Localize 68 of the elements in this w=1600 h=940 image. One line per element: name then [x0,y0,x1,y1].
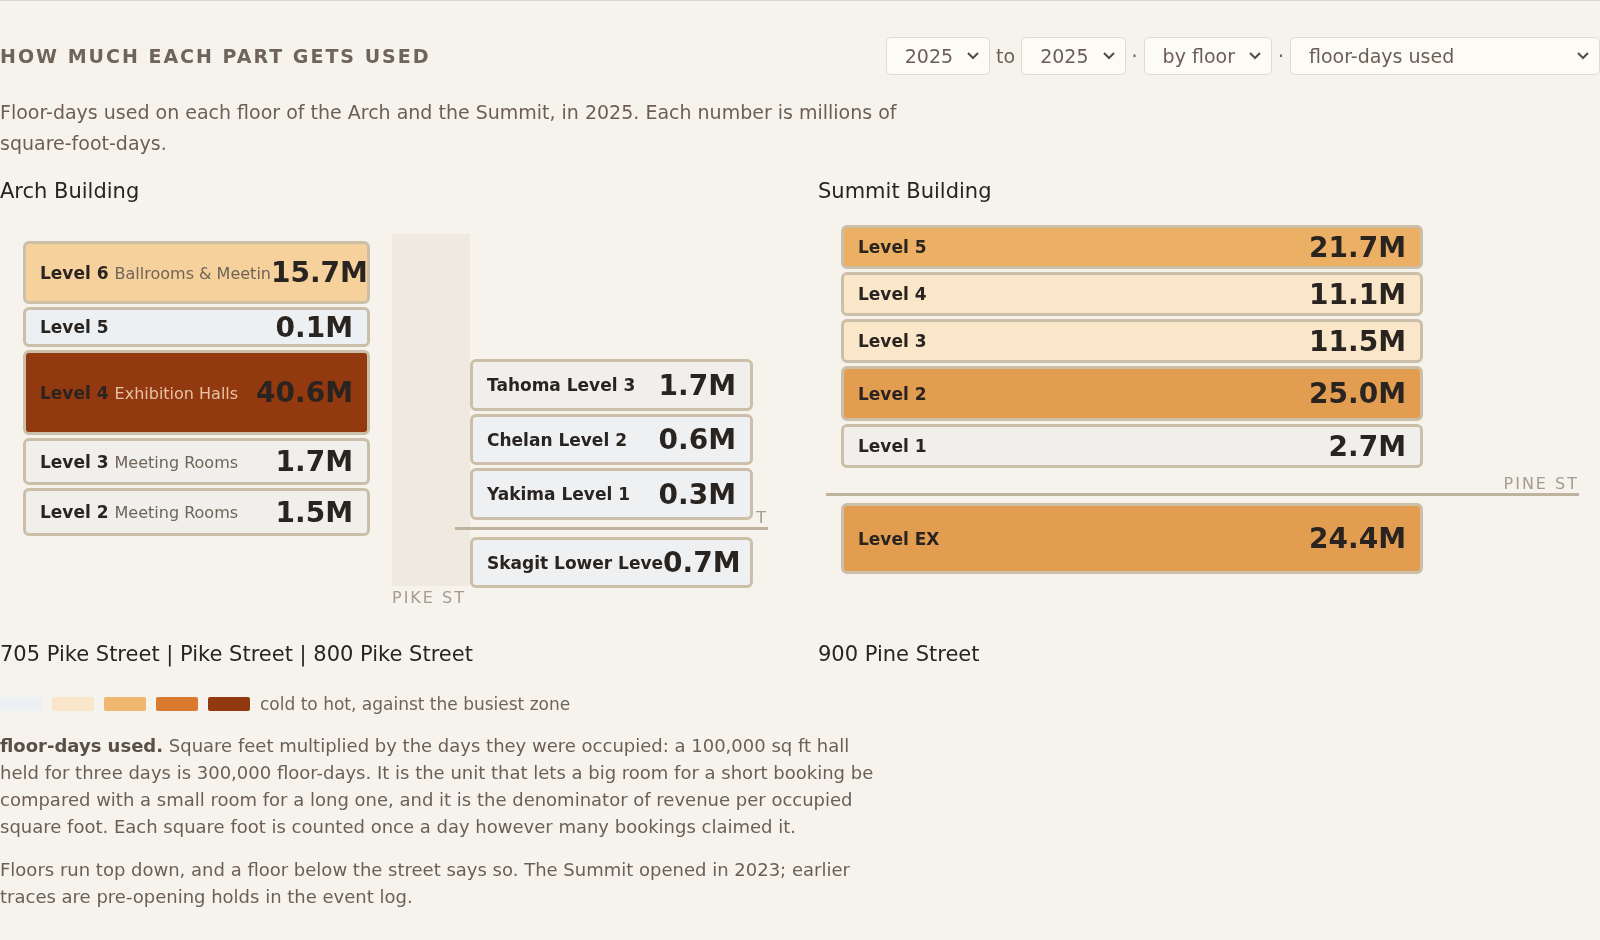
chevron-icon [1102,52,1115,60]
floor-label: Level 5 [40,317,109,337]
floor-value: 40.6M [256,376,353,409]
floor-value: 0.6M [658,423,736,456]
floor-zone[interactable]: Level 3 11.5M [841,319,1423,363]
legend-text: cold to hot, against the busiest zone [260,694,571,714]
floor-value: 2.7M [1328,429,1406,463]
floor-label: Tahoma Level 3 [487,375,636,395]
floor-zone[interactable]: Level EX 24.4M [841,503,1423,574]
floor-value: 1.5M [275,495,353,529]
floor-label: Level 4 [858,284,927,304]
control-separator: · [1277,45,1284,67]
floor-zone[interactable]: Chelan Level 2 0.6M [470,414,753,465]
street-label: T [756,509,768,527]
floor-label: Yakima Level 1 [487,484,630,504]
floor-zone[interactable]: Level 5 21.7M [841,225,1423,269]
chevron-icon [1248,52,1261,60]
floor-zone[interactable]: Level 2 25.0M [841,366,1423,421]
floor-label: Level 1 [858,436,927,456]
floor-zone[interactable]: Yakima Level 1 0.3M [470,468,753,520]
floor-zone[interactable]: Level 6 Ballrooms & Meetin 15.7M [23,241,370,304]
dropdown[interactable]: 2025 [885,37,991,75]
floor-zone[interactable]: Tahoma Level 3 1.7M [470,359,753,411]
floor-zone[interactable]: Level 4 Exhibition Halls 40.6M [23,350,370,435]
floor-zone[interactable]: Level 1 2.7M [841,424,1423,468]
floor-zone[interactable]: Level 5 0.1M [23,307,370,347]
floor-label: Level 6 Ballrooms & Meetin [40,262,271,283]
floor-label: Level 4 Exhibition Halls [40,382,239,403]
floor-label: Level EX [858,528,940,549]
floor-label: Skagit Lower Leve [487,552,664,573]
floor-value: 0.7M [663,546,741,579]
floor-value: 11.5M [1309,324,1406,358]
chevron-icon [1577,52,1589,60]
street-label: PIKE ST [392,588,466,607]
floor-label: Level 5 [858,237,927,257]
dropdown[interactable]: floor-days used [1290,37,1600,75]
page-title: HOW MUCH EACH PART GETS USED [0,45,431,67]
dropdown[interactable]: 2025 [1021,37,1126,75]
description: Floor-days used on each floor of the Arch and the Summit, in 2025. Each number is millions of square-foot-days. [0,100,898,156]
control-separator: to [996,45,1016,67]
floor-value: 1.7M [658,368,736,402]
floor-label: Chelan Level 2 [487,429,627,450]
floor-value: 15.7M [270,256,368,289]
chevron-icon [967,52,980,60]
floor-label: Level 3 [858,331,927,351]
floor-value: 11.1M [1309,277,1406,311]
note-paragraph: Floors run top down, and a floor below the street says so. The Summit opened in 2023; earlier traces are pre-opening holds in the event log. [0,858,851,909]
floor-label: Level 3 Meeting Rooms [40,451,239,472]
floor-value: 1.7M [275,445,353,478]
floor-label: Level 2 [858,383,927,404]
building-name: Arch Building [0,179,141,205]
floor-label: Level 2 Meeting Rooms [40,502,239,522]
floor-value: 0.3M [658,477,736,511]
control-separator: · [1131,45,1138,67]
floor-value: 25.0M [1309,377,1406,410]
floor-value: 21.7M [1309,230,1406,264]
floor-zone[interactable]: Level 2 Meeting Rooms 1.5M [23,488,370,536]
dropdown[interactable]: by floor [1143,37,1272,75]
floor-value: 24.4M [1309,522,1406,555]
floor-zone[interactable]: Level 4 11.1M [841,272,1423,316]
street-label: PINE ST [1503,475,1579,493]
floor-zone[interactable]: Skagit Lower Leve0.7M [470,537,753,588]
building-address: 705 Pike Street | Pike Street | 800 Pike Street [0,642,474,666]
building-address: 900 Pine Street [818,642,981,666]
note-paragraph: floor-days used. Square feet multiplied by the days they were occupied: a 100,000 sq ft hall held for three days is 300,000 floor-days. It is the unit that lets a big room for a short booking be compared with a small room for a long one, and it is the denominator of revenue per occupied square foot. Each square foot is counted once a day however many bookings claimed it. [0,734,875,839]
floor-value: 0.1M [275,310,353,344]
building-name: Summit Building [818,179,993,205]
floor-zone[interactable]: Level 3 Meeting Rooms 1.7M [23,438,370,485]
